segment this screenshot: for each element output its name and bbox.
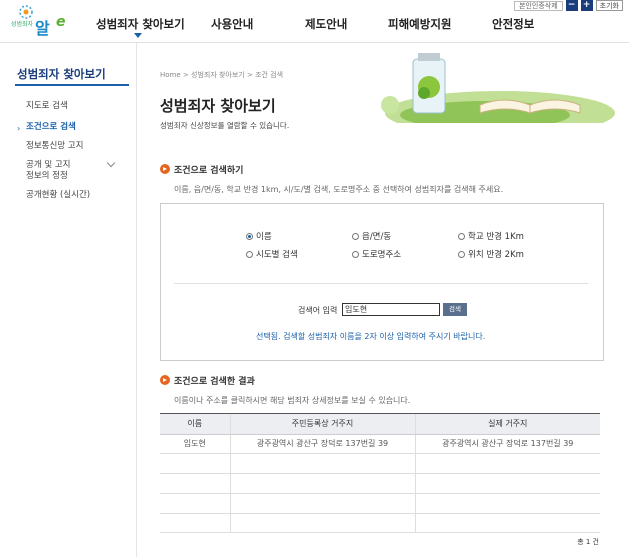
radio-province[interactable]: 시도별 검색: [246, 248, 298, 260]
radio-unchecked-icon: [458, 250, 465, 258]
page-title: 성범죄자 찾아보기: [160, 97, 276, 115]
breadcrumb-sep-icon: >: [182, 71, 191, 79]
lnb-title: 성범죄자 찾아보기: [17, 67, 106, 81]
empty-cell: [160, 513, 230, 534]
search-section-title: 조건으로 검색하기: [160, 163, 243, 176]
radio-location-radius-label: 위치 반경 2Km: [468, 250, 524, 260]
search-section-desc: 이름, 읍/면/동, 학교 반경 1km, 시/도/별 검색, 도로명주소 중 …: [174, 185, 504, 194]
empty-cell: [160, 493, 230, 514]
radio-town[interactable]: 읍/면/동: [352, 230, 391, 242]
results-section-title-text: 조건으로 검색한 결과: [174, 377, 255, 387]
svg-text:e: e: [56, 14, 66, 30]
column-header-name: 이름: [160, 414, 230, 435]
search-input[interactable]: [342, 303, 440, 316]
lnb-network-notice[interactable]: 정보통신망 고지: [26, 141, 83, 152]
zoom-out-button[interactable]: −: [565, 0, 578, 11]
hero-illustration: [381, 53, 615, 123]
radio-name-label: 이름: [256, 232, 272, 242]
empty-cell: [414, 473, 600, 494]
active-arrow-icon: ›: [17, 124, 21, 133]
search-notice: 선택됨. 검색할 성범죄자 이름을 2자 이상 입력하여 주시기 바랍니다.: [256, 332, 486, 341]
table-row-empty: [160, 473, 600, 494]
auth-delete-button[interactable]: 본인인증삭제: [514, 0, 563, 11]
radio-road-address[interactable]: 도로명주소: [352, 248, 401, 260]
left-navigation: [0, 43, 137, 557]
gnb-offender-search[interactable]: 성범죄자 찾아보기: [96, 16, 185, 32]
gnb-victim-support[interactable]: 피해예방지원: [388, 16, 451, 32]
results-table: 이름 주민등록상 거주지 실제 거주지 임도현 광주광역시 광산구 장덕로 13…: [160, 414, 600, 534]
radio-name[interactable]: 이름: [246, 230, 272, 242]
radio-town-label: 읍/면/동: [362, 232, 392, 242]
breadcrumb: Home > 성범죄자 찾아보기 > 조건 검색: [160, 70, 283, 80]
empty-cell: [229, 493, 415, 514]
breadcrumb-section[interactable]: 성범죄자 찾아보기: [191, 71, 245, 79]
lnb-condition-search[interactable]: 조건으로 검색: [26, 122, 76, 133]
search-section-title-text: 조건으로 검색하기: [174, 166, 244, 176]
radio-unchecked-icon: [246, 250, 253, 258]
empty-cell: [160, 473, 230, 494]
empty-cell: [229, 513, 415, 534]
empty-cell: [414, 493, 600, 514]
lnb-live-status[interactable]: 공개현황 (실시간): [26, 190, 90, 201]
search-form-divider: [174, 283, 588, 284]
radio-location-radius[interactable]: 위치 반경 2Km: [458, 248, 524, 260]
table-row: 임도현 광주광역시 광산구 장덕로 137번길 39 광주광역시 광산구 장덕로…: [160, 434, 600, 455]
radio-checked-icon: [246, 232, 253, 240]
result-total-count: 총 1 건: [577, 538, 599, 546]
table-row-empty: [160, 453, 600, 475]
site-logo[interactable]: 성범죄자 알 e: [8, 0, 78, 42]
section-bullet-icon: [160, 164, 170, 174]
breadcrumb-current: 조건 검색: [255, 71, 284, 79]
radio-school-radius-label: 학교 반경 1Km: [468, 232, 524, 242]
results-section-desc: 이름이나 주소를 클릭하시면 해당 범죄자 상세정보를 보실 수 있습니다.: [174, 396, 411, 405]
radio-unchecked-icon: [458, 232, 465, 240]
search-button[interactable]: 검색: [443, 303, 467, 316]
radio-school-radius[interactable]: 학교 반경 1Km: [458, 230, 524, 242]
column-header-registered-address: 주민등록상 거주지: [229, 414, 415, 435]
zoom-in-button[interactable]: +: [580, 0, 593, 11]
search-input-label: 검색어 입력: [298, 306, 338, 315]
empty-cell: [229, 473, 415, 494]
gnb-active-indicator-icon: [134, 33, 142, 38]
gnb-safety-info[interactable]: 안전정보: [492, 16, 534, 32]
radio-unchecked-icon: [352, 250, 359, 258]
cell-name[interactable]: 임도현: [160, 434, 230, 455]
section-bullet-icon: [160, 375, 170, 385]
svg-text:성범죄자: 성범죄자: [11, 20, 34, 28]
radio-unchecked-icon: [352, 232, 359, 240]
lnb-title-underline: [15, 84, 129, 86]
empty-cell: [414, 453, 600, 475]
table-header-row: 이름 주민등록상 거주지 실제 거주지: [160, 414, 600, 435]
breadcrumb-home[interactable]: Home: [160, 71, 181, 79]
cell-actual-address[interactable]: 광주광역시 광산구 장덕로 137번길 39: [414, 434, 600, 455]
svg-text:알: 알: [35, 19, 50, 38]
table-row-empty: [160, 513, 600, 534]
gnb-system-guide[interactable]: 제도안내: [305, 16, 347, 32]
lnb-info-correction[interactable]: 공개 및 고지 정보의 정정: [26, 160, 71, 182]
empty-cell: [229, 453, 415, 475]
top-utility-bar: 본인인증삭제 − + 초기화: [514, 0, 623, 11]
empty-cell: [414, 513, 600, 534]
gnb-usage-guide[interactable]: 사용안내: [211, 16, 253, 32]
table-row-empty: [160, 493, 600, 514]
column-header-actual-address: 실제 거주지: [414, 414, 600, 435]
reset-zoom-button[interactable]: 초기화: [595, 0, 623, 11]
empty-cell: [160, 453, 230, 475]
page-description: 성범죄자 신상정보를 열람할 수 있습니다.: [160, 121, 290, 130]
cell-registered-address[interactable]: 광주광역시 광산구 장덕로 137번길 39: [229, 434, 415, 455]
radio-road-address-label: 도로명주소: [362, 250, 402, 260]
results-section-title: 조건으로 검색한 결과: [160, 374, 255, 387]
radio-province-label: 시도별 검색: [256, 250, 298, 260]
breadcrumb-sep-icon: >: [246, 71, 256, 79]
lnb-map-search[interactable]: 지도로 검색: [26, 101, 68, 112]
